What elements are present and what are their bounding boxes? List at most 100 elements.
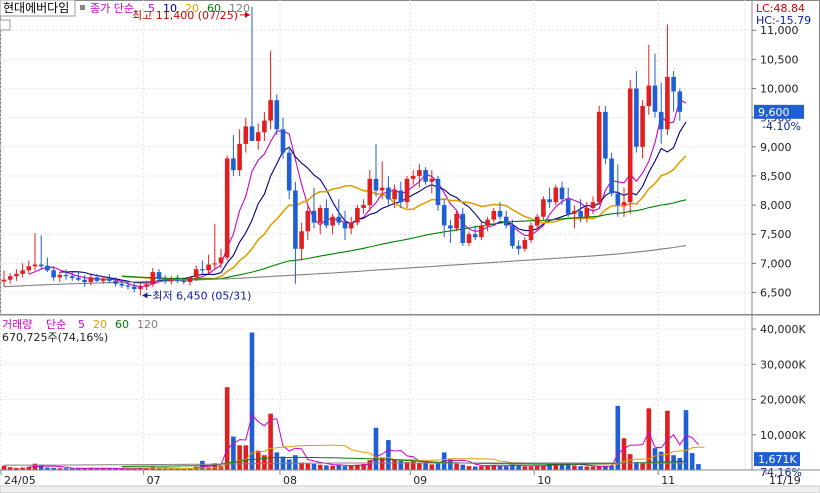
volume-bar xyxy=(398,460,404,470)
candle-body xyxy=(479,225,484,238)
price-tick-label: 6,500 xyxy=(760,287,792,300)
candle-body xyxy=(410,175,416,179)
candle-body xyxy=(454,213,459,229)
candle-body xyxy=(212,263,218,265)
candle-body xyxy=(634,88,639,147)
candle-body xyxy=(7,276,13,280)
volume-bar xyxy=(268,413,273,470)
candle-body xyxy=(45,265,50,271)
volume-bar xyxy=(311,464,317,470)
candle-body xyxy=(299,231,304,249)
candle-body xyxy=(224,158,230,258)
candle-body xyxy=(206,264,211,271)
volume-bar xyxy=(584,466,590,470)
volume-bar xyxy=(621,438,627,470)
date-tick-label: 10 xyxy=(537,474,551,487)
candle-body xyxy=(404,178,410,203)
candle-body xyxy=(677,91,683,112)
price-tick-label: 8,500 xyxy=(760,170,792,183)
candle-body xyxy=(485,219,490,226)
candle-body xyxy=(398,190,404,203)
candle-body xyxy=(193,269,199,278)
candle-body xyxy=(274,100,280,130)
candle-body xyxy=(466,234,472,243)
price-tick-label: 10,500 xyxy=(760,53,799,66)
low-annotation: 최저 6,450 (05/31) xyxy=(152,289,251,302)
candle-body xyxy=(131,286,137,290)
price-tick-label: 7,000 xyxy=(760,257,792,270)
candle-body xyxy=(516,245,521,249)
volume-bar xyxy=(286,459,292,470)
volume-bar xyxy=(274,452,280,470)
candle-body xyxy=(671,76,676,92)
volume-bar xyxy=(305,463,311,470)
date-axis: 24/05 07 08 09 10 11 11/19 xyxy=(0,469,820,493)
date-tick-label: 09 xyxy=(413,474,427,487)
candle-body xyxy=(627,88,633,203)
candle-body xyxy=(150,272,156,285)
candle-body xyxy=(373,178,379,191)
volume-ma-line-60 xyxy=(121,456,687,467)
volume-tick-label: 30,000K xyxy=(760,358,806,371)
candle-body xyxy=(596,111,602,203)
volume-legend-ma-5: 5 xyxy=(78,318,85,331)
volume-bar xyxy=(299,462,304,470)
candle-body xyxy=(88,277,94,283)
volume-bar xyxy=(454,463,459,470)
candle-body xyxy=(51,270,56,278)
volume-grid xyxy=(0,328,752,436)
candle-body xyxy=(237,143,242,171)
current-price-label: 9,600 xyxy=(758,106,790,119)
candle-body xyxy=(379,187,385,191)
volume-bar xyxy=(640,462,645,470)
candle-body xyxy=(138,286,143,290)
candle-body xyxy=(441,205,447,226)
candle-body xyxy=(231,158,236,171)
candle-body xyxy=(348,222,354,229)
volume-bar xyxy=(503,466,509,470)
volume-bar xyxy=(262,455,267,470)
legend-marker xyxy=(80,5,85,10)
volume-title: 거래량 xyxy=(2,318,32,331)
legend-ma-10: 10 xyxy=(163,2,177,15)
volume-bar xyxy=(590,466,596,470)
candle-body xyxy=(69,276,75,278)
price-tick-label: 9,000 xyxy=(760,141,792,154)
volume-bar xyxy=(652,448,658,470)
volume-tick-label: 40,000K xyxy=(760,323,806,336)
volume-bar xyxy=(472,466,478,470)
volume-bar xyxy=(696,464,701,470)
candle-body xyxy=(435,178,441,206)
volume-bar xyxy=(466,466,472,470)
legend-ma-20: 20 xyxy=(185,2,199,15)
candle-body xyxy=(286,152,292,191)
candle-body xyxy=(448,225,453,229)
candle-body xyxy=(38,264,44,267)
chart-window: 최고 11,400 (07/25) 최저 6,450 (05/31) 6,500 7… xyxy=(0,0,820,493)
scrollbar-track xyxy=(0,485,820,493)
candle-body xyxy=(472,234,478,238)
volume-axis: 10,000K20,000K30,000K40,000K1,671K74,16% xyxy=(752,323,806,479)
volume-bar xyxy=(522,466,528,470)
candle-body xyxy=(578,210,583,217)
candle-body xyxy=(621,202,627,206)
volume-bar xyxy=(627,454,633,470)
chart-title: 현대에버다임 xyxy=(3,1,69,15)
legend-ma-60: 60 xyxy=(207,2,221,15)
candle-body xyxy=(268,100,273,121)
candle-body xyxy=(162,279,168,281)
volume-bar xyxy=(231,436,236,470)
candle-body xyxy=(76,277,81,280)
candle-body xyxy=(417,170,422,176)
volume-bar xyxy=(224,387,230,470)
candle-body xyxy=(652,85,658,112)
date-tick-label: 11/19 xyxy=(769,474,801,487)
candle-body xyxy=(386,187,391,200)
candle-body xyxy=(20,270,25,274)
volume-bar xyxy=(317,464,323,470)
candle-body xyxy=(423,170,428,182)
candle-body xyxy=(528,225,534,241)
candle-body xyxy=(255,132,261,141)
candle-body xyxy=(392,190,397,200)
candle-body xyxy=(646,85,652,106)
